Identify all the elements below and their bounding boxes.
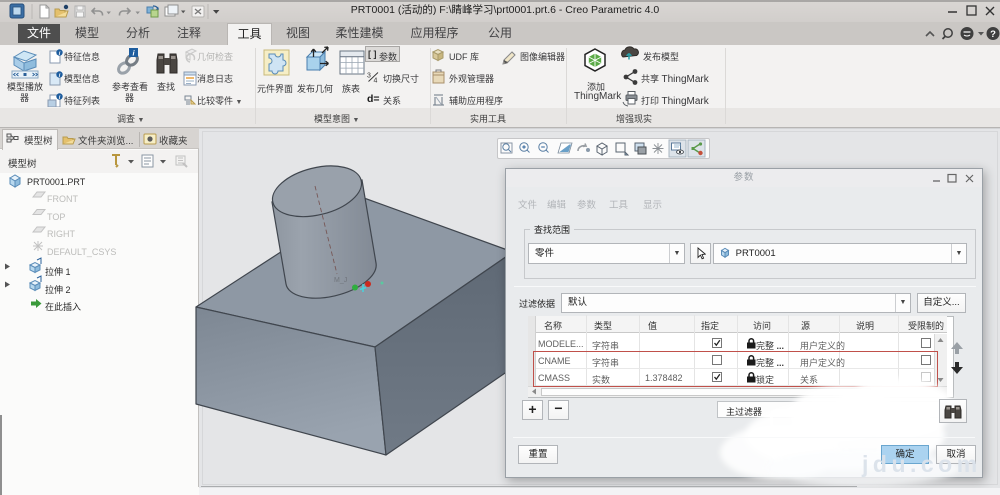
svg-text:M_J: M_J — [334, 277, 347, 284]
svg-text:?: ? — [990, 29, 996, 40]
svg-text:4: 4 — [374, 78, 378, 84]
svg-text:3: 3 — [367, 73, 371, 80]
